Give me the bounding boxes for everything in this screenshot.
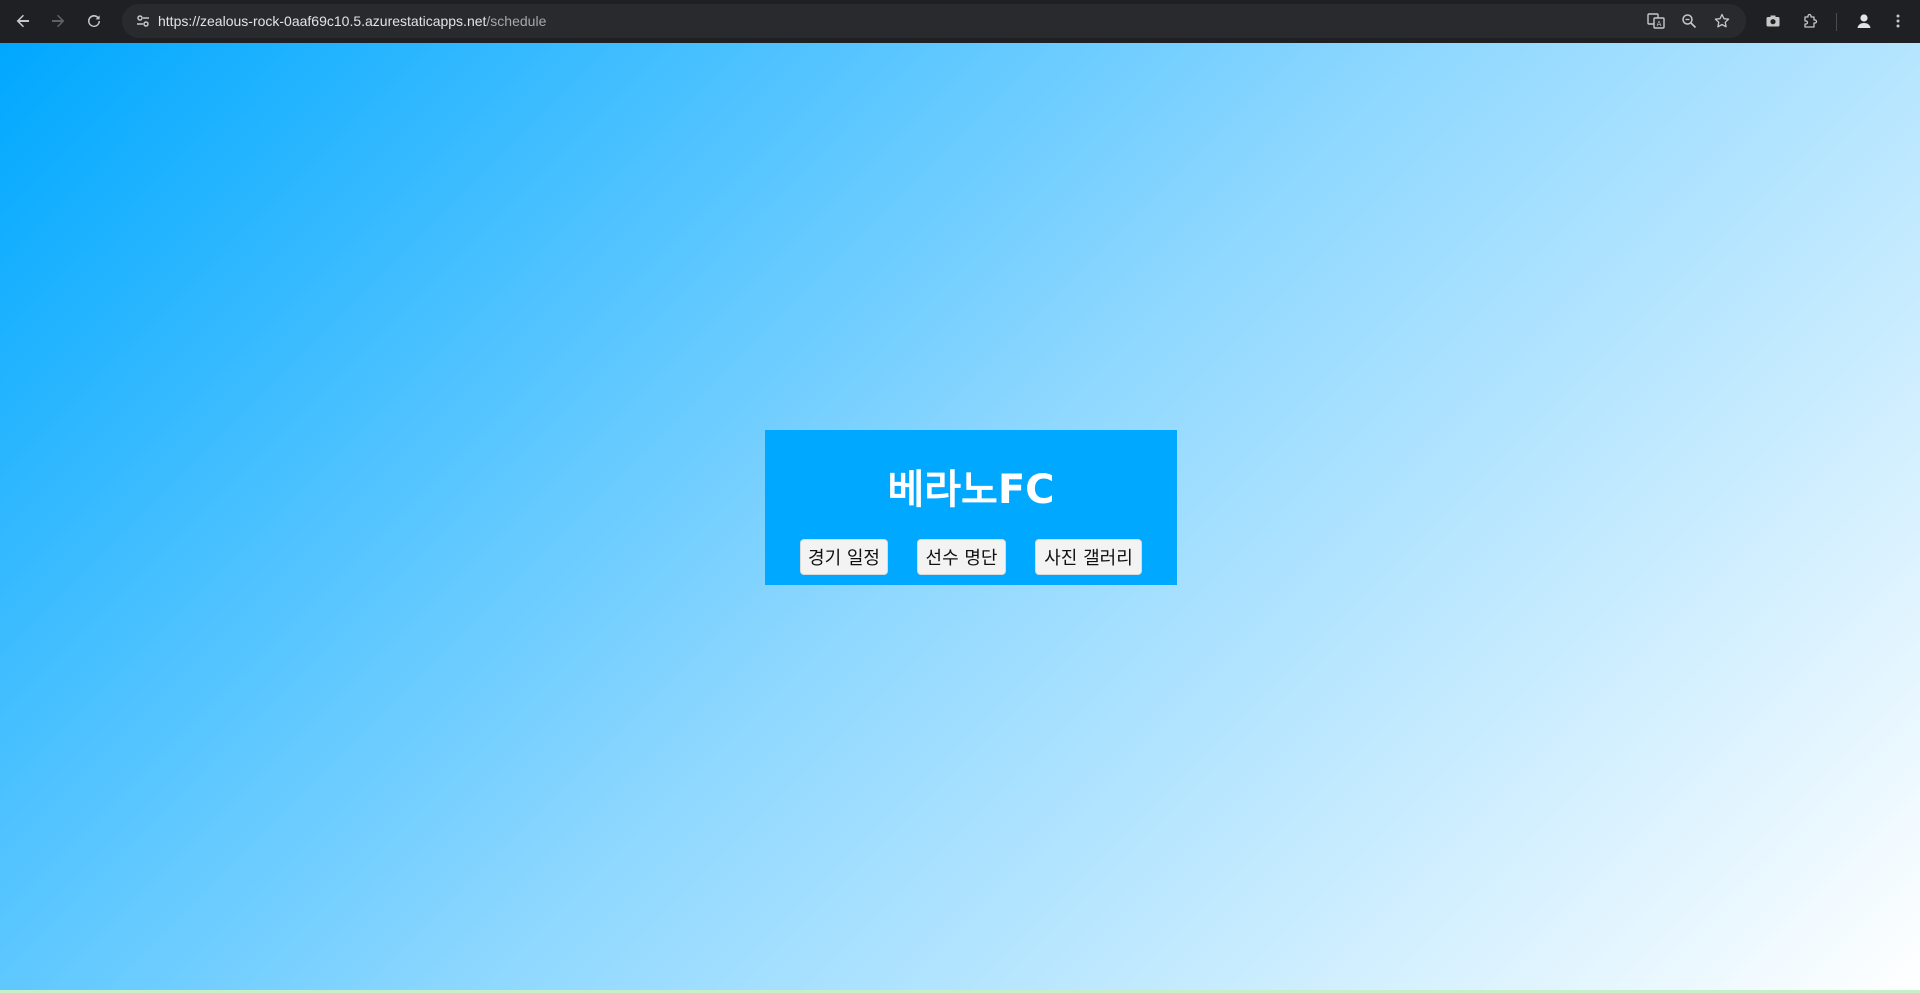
page-viewport: 베라노FC 경기 일정 선수 명단 사진 갤러리 [0, 43, 1920, 993]
url-text[interactable]: https://zealous-rock-0aaf69c10.5.azurest… [158, 4, 546, 38]
gallery-button[interactable]: 사진 갤러리 [1035, 539, 1142, 575]
puzzle-icon[interactable] [1796, 7, 1824, 35]
schedule-button[interactable]: 경기 일정 [800, 539, 888, 575]
url-path: /schedule [486, 13, 547, 29]
reload-icon[interactable] [80, 7, 108, 35]
forward-arrow-icon[interactable] [44, 7, 72, 35]
roster-button[interactable]: 선수 명단 [917, 539, 1006, 575]
zoom-icon[interactable] [1676, 8, 1702, 34]
url-host: https://zealous-rock-0aaf69c10.5.azurest… [158, 13, 487, 29]
browser-toolbar: https://zealous-rock-0aaf69c10.5.azurest… [0, 0, 1920, 43]
star-icon[interactable] [1709, 8, 1735, 34]
tune-icon[interactable] [130, 8, 156, 34]
page-title: 베라노FC [887, 467, 1055, 513]
svg-text:A: A [1657, 20, 1662, 28]
header-card: 베라노FC 경기 일정 선수 명단 사진 갤러리 [765, 430, 1177, 585]
address-bar[interactable]: https://zealous-rock-0aaf69c10.5.azurest… [122, 4, 1746, 38]
toolbar-divider [1836, 13, 1837, 31]
camera-icon[interactable] [1759, 7, 1787, 35]
avatar-icon[interactable] [1851, 8, 1877, 34]
kebab-menu-icon[interactable] [1884, 7, 1912, 35]
translate-icon[interactable]: A [1643, 8, 1669, 34]
back-arrow-icon[interactable] [9, 7, 37, 35]
